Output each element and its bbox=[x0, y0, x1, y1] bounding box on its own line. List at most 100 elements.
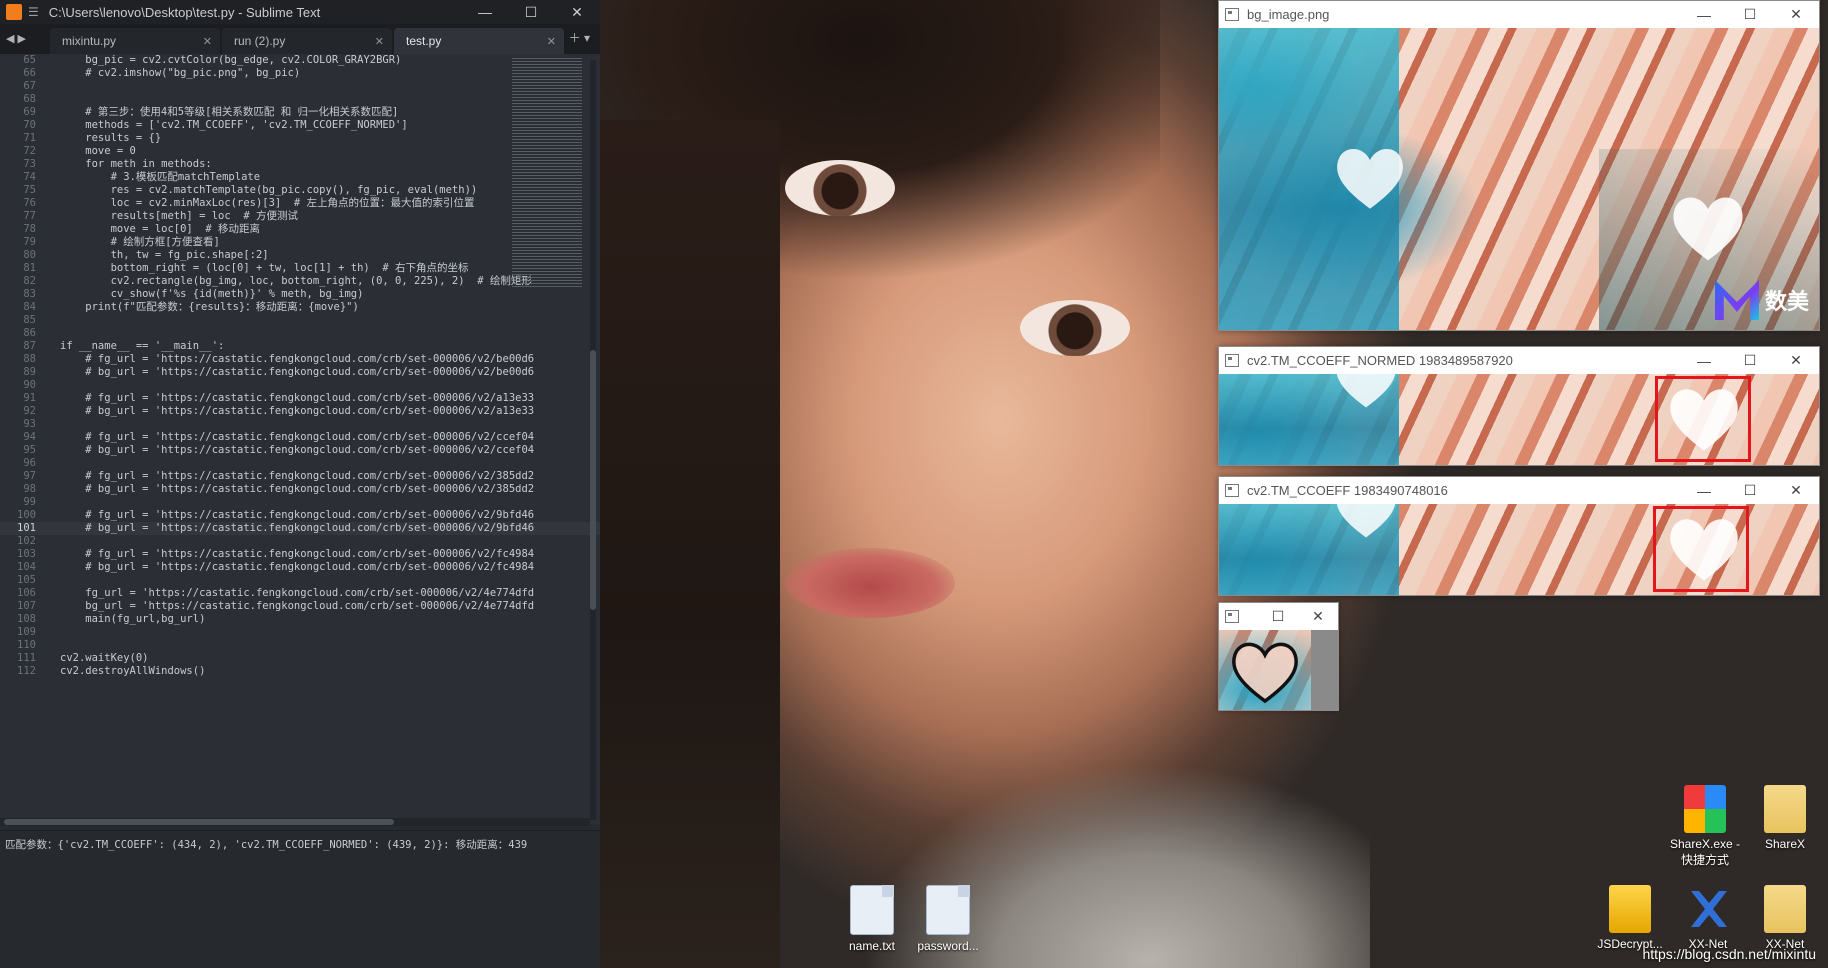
close-icon[interactable]: ✕ bbox=[547, 35, 556, 48]
hamburger-menu-icon[interactable]: ☰ bbox=[28, 5, 39, 19]
maximize-button[interactable]: ☐ bbox=[1258, 608, 1298, 625]
code-line[interactable]: 72 move = 0 bbox=[0, 145, 600, 158]
code-line[interactable]: 110 bbox=[0, 639, 600, 652]
close-button[interactable]: ✕ bbox=[1773, 6, 1819, 23]
close-button[interactable]: ✕ bbox=[554, 4, 600, 21]
code-line[interactable]: 93 bbox=[0, 418, 600, 431]
code-text: move = 0 bbox=[60, 145, 136, 157]
close-icon[interactable]: ✕ bbox=[203, 35, 212, 48]
close-button[interactable]: ✕ bbox=[1298, 608, 1338, 625]
close-button[interactable]: ✕ bbox=[1773, 352, 1819, 369]
desktop-icon-xx-net[interactable]: XX-Net bbox=[1668, 885, 1748, 951]
code-line[interactable]: 81 bottom_right = (loc[0] + tw, loc[1] +… bbox=[0, 262, 600, 275]
code-line[interactable]: 106 fg_url = 'https://castatic.fengkongc… bbox=[0, 587, 600, 600]
code-text: loc = cv2.minMaxLoc(res)[3] # 左上角点的位置：最大… bbox=[60, 197, 475, 209]
code-text: cv2.destroyAllWindows() bbox=[60, 665, 206, 677]
code-line[interactable]: 80 th, tw = fg_pic.shape[:2] bbox=[0, 249, 600, 262]
code-text: cv2.waitKey(0) bbox=[60, 652, 149, 664]
code-editor[interactable]: 65 bg_pic = cv2.cvtColor(bg_edge, cv2.CO… bbox=[0, 54, 600, 824]
code-line[interactable]: 101 # bg_url = 'https://castatic.fengkon… bbox=[0, 522, 600, 535]
code-line[interactable]: 109 bbox=[0, 626, 600, 639]
code-line[interactable]: 69 # 第三步：使用4和5等级[相关系数匹配 和 归一化相关系数匹配] bbox=[0, 106, 600, 119]
heart-shape-decoy bbox=[1331, 138, 1409, 216]
line-number: 86 bbox=[23, 327, 36, 339]
code-line[interactable]: 87 if __name__ == '__main__': bbox=[0, 340, 600, 353]
code-line[interactable]: 95 # bg_url = 'https://castatic.fengkong… bbox=[0, 444, 600, 457]
code-line[interactable]: 104 # bg_url = 'https://castatic.fengkon… bbox=[0, 561, 600, 574]
minimap[interactable] bbox=[512, 58, 582, 288]
scrollbar-thumb[interactable] bbox=[4, 819, 394, 825]
code-text: # cv2.imshow("bg_pic.png", bg_pic) bbox=[60, 67, 301, 79]
tab-run-2[interactable]: run (2).py ✕ bbox=[222, 28, 392, 54]
code-line[interactable]: 78 move = loc[0] # 移动距离 bbox=[0, 223, 600, 236]
code-line[interactable]: 108 main(fg_url,bg_url) bbox=[0, 613, 600, 626]
window-icon bbox=[1225, 8, 1239, 21]
code-line[interactable]: 91 # fg_url = 'https://castatic.fengkong… bbox=[0, 392, 600, 405]
code-line[interactable]: 102 bbox=[0, 535, 600, 548]
line-number: 102 bbox=[17, 535, 36, 547]
desktop-icon-name-txt[interactable]: name.txt bbox=[832, 885, 912, 953]
code-line[interactable]: 66 # cv2.imshow("bg_pic.png", bg_pic) bbox=[0, 67, 600, 80]
tab-mixintu[interactable]: mixintu.py ✕ bbox=[50, 28, 220, 54]
horizontal-scrollbar[interactable] bbox=[0, 818, 590, 826]
code-line[interactable]: 97 # fg_url = 'https://castatic.fengkong… bbox=[0, 470, 600, 483]
code-line[interactable]: 75 res = cv2.matchTemplate(bg_pic.copy()… bbox=[0, 184, 600, 197]
maximize-button[interactable]: ☐ bbox=[1727, 6, 1773, 23]
code-line[interactable]: 77 results[meth] = loc # 方便测试 bbox=[0, 210, 600, 223]
code-line[interactable]: 98 # bg_url = 'https://castatic.fengkong… bbox=[0, 483, 600, 496]
desktop-icon-xx-net-folder[interactable]: XX-Net bbox=[1745, 885, 1825, 951]
code-line[interactable]: 79 # 绘制方框[方便查看] bbox=[0, 236, 600, 249]
code-line[interactable]: 65 bg_pic = cv2.cvtColor(bg_edge, cv2.CO… bbox=[0, 54, 600, 67]
code-line[interactable]: 71 results = {} bbox=[0, 132, 600, 145]
maximize-button[interactable]: ☐ bbox=[1727, 352, 1773, 369]
code-line[interactable]: 76 loc = cv2.minMaxLoc(res)[3] # 左上角点的位置… bbox=[0, 197, 600, 210]
desktop-icon-sharex-shortcut[interactable]: ShareX.exe - 快捷方式 bbox=[1665, 785, 1745, 868]
code-line[interactable]: 100 # fg_url = 'https://castatic.fengkon… bbox=[0, 509, 600, 522]
code-line[interactable]: 107 bg_url = 'https://castatic.fengkongc… bbox=[0, 600, 600, 613]
code-line[interactable]: 111 cv2.waitKey(0) bbox=[0, 652, 600, 665]
code-line[interactable]: 105 bbox=[0, 574, 600, 587]
scrollbar-thumb[interactable] bbox=[590, 350, 596, 610]
code-text: # fg_url = 'https://castatic.fengkongclo… bbox=[60, 470, 535, 482]
vertical-scrollbar[interactable] bbox=[590, 60, 596, 820]
line-number: 109 bbox=[17, 626, 36, 638]
desktop-icon-label: ShareX bbox=[1764, 837, 1806, 851]
code-line[interactable]: 112 cv2.destroyAllWindows() bbox=[0, 665, 600, 678]
code-line[interactable]: 68 bbox=[0, 93, 600, 106]
tab-test[interactable]: test.py ✕ bbox=[394, 28, 564, 54]
tab-scroll-arrows-icon[interactable]: ◀ ▶ bbox=[0, 32, 50, 54]
code-line[interactable]: 94 # fg_url = 'https://castatic.fengkong… bbox=[0, 431, 600, 444]
line-number: 72 bbox=[23, 145, 36, 157]
code-line[interactable]: 103 # fg_url = 'https://castatic.fengkon… bbox=[0, 548, 600, 561]
new-tab-plus-icon[interactable]: ＋ ▾ bbox=[569, 29, 600, 54]
minimize-button[interactable]: — bbox=[1681, 353, 1727, 369]
code-line[interactable]: 84 print(f"匹配参数：{results}：移动距离：{move}") bbox=[0, 301, 600, 314]
code-line[interactable]: 67 bbox=[0, 80, 600, 93]
code-line[interactable]: 74 # 3.模板匹配matchTemplate bbox=[0, 171, 600, 184]
desktop-icon-sharex-folder[interactable]: ShareX bbox=[1745, 785, 1825, 851]
line-number: 95 bbox=[23, 444, 36, 456]
code-line[interactable]: 86 bbox=[0, 327, 600, 340]
code-line[interactable]: 96 bbox=[0, 457, 600, 470]
close-icon[interactable]: ✕ bbox=[375, 35, 384, 48]
desktop-icon-password[interactable]: password... bbox=[908, 885, 988, 953]
close-button[interactable]: ✕ bbox=[1773, 482, 1819, 499]
code-line[interactable]: 70 methods = ['cv2.TM_CCOEFF', 'cv2.TM_C… bbox=[0, 119, 600, 132]
maximize-button[interactable]: ☐ bbox=[508, 4, 554, 21]
code-line[interactable]: 85 bbox=[0, 314, 600, 327]
minimize-button[interactable]: — bbox=[1681, 7, 1727, 23]
minimize-button[interactable]: — bbox=[1681, 483, 1727, 499]
code-line[interactable]: 82 cv2.rectangle(bg_img, loc, bottom_rig… bbox=[0, 275, 600, 288]
code-line[interactable]: 99 bbox=[0, 496, 600, 509]
minimize-button[interactable]: — bbox=[462, 4, 508, 20]
code-line[interactable]: 88 # fg_url = 'https://castatic.fengkong… bbox=[0, 353, 600, 366]
code-line[interactable]: 92 # bg_url = 'https://castatic.fengkong… bbox=[0, 405, 600, 418]
tab-bar: ◀ ▶ mixintu.py ✕ run (2).py ✕ test.py ✕ … bbox=[0, 24, 600, 54]
code-line[interactable]: 89 # bg_url = 'https://castatic.fengkong… bbox=[0, 366, 600, 379]
code-line[interactable]: 90 bbox=[0, 379, 600, 392]
desktop-icon-jsdecrypt[interactable]: JSDecrypt... bbox=[1590, 885, 1670, 951]
code-line[interactable]: 73 for meth in methods: bbox=[0, 158, 600, 171]
code-line[interactable]: 83 cv_show(f'%s {id(meth)}' % meth, bg_i… bbox=[0, 288, 600, 301]
maximize-button[interactable]: ☐ bbox=[1727, 482, 1773, 499]
tab-label: mixintu.py bbox=[62, 34, 117, 48]
